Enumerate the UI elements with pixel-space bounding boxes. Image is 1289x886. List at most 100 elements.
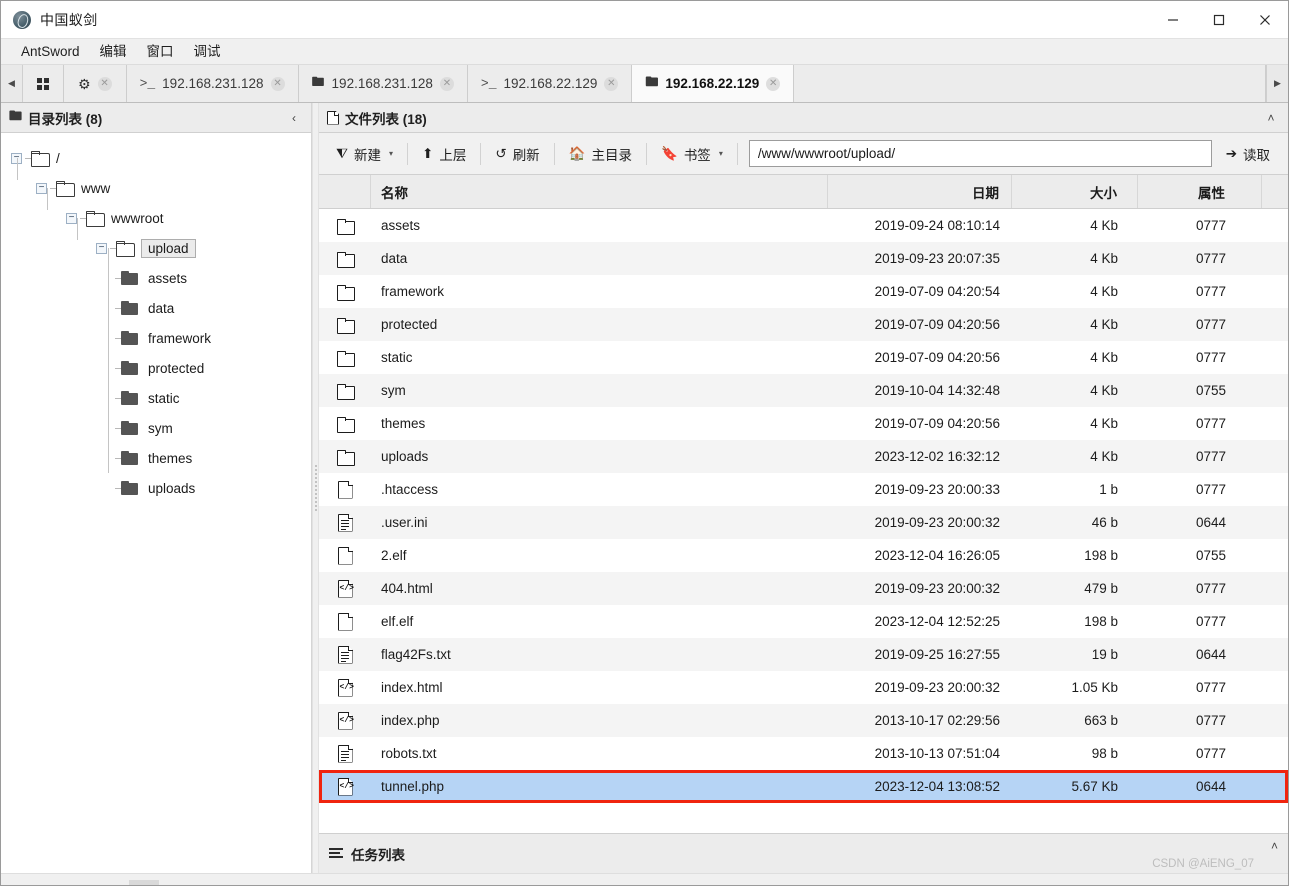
tree-node-root[interactable]: − / [1, 143, 311, 173]
panel-splitter[interactable] [312, 103, 319, 873]
file-list-panel: 文件列表 (18) ˄ ⧨ 新建 ▾ ⬆ 上层 ↺ 刷新 🏠 主目录 🔖 书签 … [319, 103, 1288, 873]
tab-home-grid[interactable] [23, 65, 64, 102]
row-attr: 0777 [1195, 251, 1226, 266]
menu-window[interactable]: 窗口 [137, 39, 184, 65]
tree-node-framework[interactable]: framework [1, 308, 311, 353]
directory-panel-title: 目录列表 (8) [28, 111, 103, 127]
tab-files-192-168-22-129[interactable]: 🖿 192.168.22.129 ✕ [632, 65, 795, 102]
table-row[interactable]: 2.elf 2023-12-04 16:26:05 198 b 0755 [319, 539, 1288, 572]
new-button[interactable]: ⧨ 新建 ▾ [325, 139, 404, 169]
tab-terminal-192-168-22-129[interactable]: >_ 192.168.22.129 ✕ [467, 65, 633, 102]
row-name: themes [381, 416, 426, 431]
tree-node-label: wwwroot [111, 210, 164, 226]
tab-close-icon[interactable]: ✕ [97, 76, 112, 91]
up-button[interactable]: ⬆ 上层 [411, 139, 477, 169]
menu-antsword[interactable]: AntSword [11, 39, 90, 65]
tree-node-upload[interactable]: − upload [1, 218, 311, 263]
table-row[interactable]: framework 2019-07-09 04:20:54 4 Kb 0777 [319, 275, 1288, 308]
row-name: elf.elf [381, 614, 414, 629]
column-header-name[interactable]: 名称 [371, 175, 828, 208]
tree-expander-icon[interactable]: − [36, 182, 47, 194]
table-row[interactable]: uploads 2023-12-02 16:32:12 4 Kb 0777 [319, 440, 1288, 473]
tree-expander-icon[interactable]: − [66, 212, 77, 224]
table-row[interactable]: protected 2019-07-09 04:20:56 4 Kb 0777 [319, 308, 1288, 341]
antsword-logo-icon [13, 10, 31, 29]
tab-scroll-left-button[interactable]: ◀ [1, 65, 23, 102]
collapse-sidebar-icon[interactable]: ‹ [285, 111, 303, 125]
folder-icon [336, 383, 355, 400]
refresh-icon: ↺ [495, 145, 507, 161]
tab-terminal-192-168-231-128[interactable]: >_ 192.168.231.128 ✕ [126, 65, 299, 102]
row-attr: 0755 [1195, 383, 1226, 398]
tab-settings[interactable]: ⚙ ✕ [64, 65, 127, 102]
table-row[interactable]: robots.txt 2013-10-13 07:51:04 98 b 0777 [319, 737, 1288, 770]
tree-node-label: assets [148, 270, 188, 286]
window-title: 中国蚁剑 [40, 11, 98, 28]
table-row[interactable]: themes 2019-07-09 04:20:56 4 Kb 0777 [319, 407, 1288, 440]
column-header-icon [319, 175, 371, 208]
row-date: 2023-12-04 16:26:05 [874, 548, 1000, 563]
table-row[interactable]: sym 2019-10-04 14:32:48 4 Kb 0755 [319, 374, 1288, 407]
column-header-date[interactable]: 日期 [828, 175, 1012, 208]
tab-scroll-right-button[interactable]: ▶ [1266, 65, 1288, 102]
row-icon-cell [319, 317, 371, 334]
row-icon-cell [319, 513, 371, 532]
table-row[interactable]: assets 2019-09-24 08:10:14 4 Kb 0777 [319, 209, 1288, 242]
folder-icon [336, 350, 355, 367]
column-header-size[interactable]: 大小 [1012, 175, 1138, 208]
row-attr: 0644 [1195, 779, 1226, 794]
column-header-attr[interactable]: 属性 [1138, 175, 1262, 208]
tree-node-themes[interactable]: themes [1, 428, 311, 473]
table-row[interactable]: </> tunnel.php 2023-12-04 13:08:52 5.67 Kb 0… [319, 770, 1288, 803]
folder-icon [56, 181, 75, 197]
table-row[interactable]: .user.ini 2019-09-23 20:00:32 46 b 0644 [319, 506, 1288, 539]
row-size: 5.67 Kb [1071, 779, 1118, 794]
table-row[interactable]: .htaccess 2019-09-23 20:00:33 1 b 0777 [319, 473, 1288, 506]
folder-icon [121, 451, 139, 465]
tree-node-data[interactable]: data [1, 278, 311, 323]
tree-node-uploads[interactable]: uploads [1, 458, 311, 503]
tab-files-192-168-231-128[interactable]: 🖿 192.168.231.128 ✕ [298, 65, 468, 102]
table-row[interactable]: elf.elf 2023-12-04 12:52:25 198 b 0777 [319, 605, 1288, 638]
refresh-button[interactable]: ↺ 刷新 [484, 139, 550, 169]
table-row[interactable]: </> 404.html 2019-09-23 20:00:32 479 b 0777 [319, 572, 1288, 605]
menu-debug[interactable]: 调试 [184, 39, 231, 65]
collapse-task-panel-icon[interactable]: ˄ [1271, 839, 1278, 853]
row-icon-cell [319, 284, 371, 301]
menu-edit[interactable]: 编辑 [90, 39, 137, 65]
home-button[interactable]: 🏠 主目录 [558, 139, 643, 169]
maximize-button[interactable] [1196, 1, 1242, 39]
bookmark-button[interactable]: 🔖 书签 ▾ [650, 139, 734, 169]
tree-node-wwwroot[interactable]: − wwwroot [1, 188, 311, 233]
tab-close-icon[interactable]: ✕ [766, 76, 781, 91]
tab-close-icon[interactable]: ✕ [439, 76, 454, 91]
row-icon-cell [319, 612, 371, 631]
table-row[interactable]: </> index.php 2013-10-17 02:29:56 663 b 0777 [319, 704, 1288, 737]
tree-node-assets[interactable]: assets [1, 248, 311, 293]
table-row[interactable]: </> index.html 2019-09-23 20:00:32 1.05 Kb 0… [319, 671, 1288, 704]
window-controls [1150, 1, 1288, 39]
table-row[interactable]: flag42Fs.txt 2019-09-25 16:27:55 19 b 0644 [319, 638, 1288, 671]
collapse-file-panel-icon[interactable]: ˄ [1262, 111, 1280, 125]
arrow-up-icon: ⬆ [422, 145, 434, 161]
chevron-down-icon[interactable]: ▾ [719, 149, 723, 158]
row-name: static [381, 350, 413, 365]
row-icon-cell [319, 350, 371, 367]
table-row[interactable]: static 2019-07-09 04:20:56 4 Kb 0777 [319, 341, 1288, 374]
tree-node-static[interactable]: static [1, 368, 311, 413]
row-size: 98 b [1091, 746, 1118, 761]
read-button[interactable]: ➔ 读取 [1222, 139, 1282, 169]
row-icon-cell [319, 744, 371, 763]
path-input[interactable] [748, 140, 1212, 167]
chevron-down-icon[interactable]: ▾ [389, 149, 393, 158]
row-date: 2019-07-09 04:20:54 [874, 284, 1000, 299]
tab-close-icon[interactable]: ✕ [270, 76, 285, 91]
minimize-button[interactable] [1150, 1, 1196, 39]
tree-expander-icon[interactable]: − [96, 242, 107, 254]
close-button[interactable] [1242, 1, 1288, 39]
tree-node-sym[interactable]: sym [1, 398, 311, 443]
folder-icon [121, 421, 139, 435]
table-row[interactable]: data 2019-09-23 20:07:35 4 Kb 0777 [319, 242, 1288, 275]
tab-close-icon[interactable]: ✕ [604, 76, 619, 91]
tree-node-protected[interactable]: protected [1, 338, 311, 383]
